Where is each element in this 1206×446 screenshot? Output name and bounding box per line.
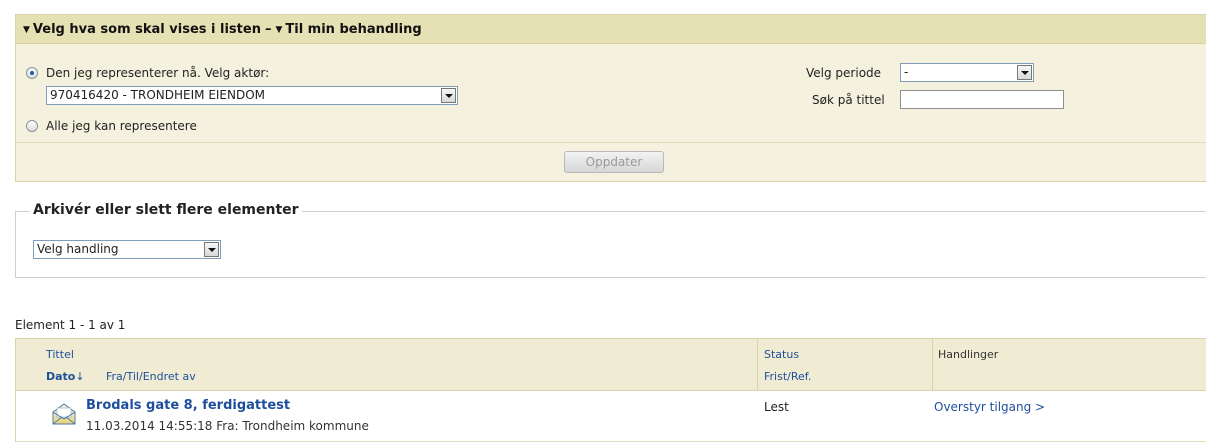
column-header-from[interactable]: Fra/Til/Endret av [106,370,196,383]
filter-panel: ▼ Velg hva som skal vises i listen – ▼ Til m… [15,14,1206,182]
radio-current-actor-label: Den jeg representerer nå. Velg aktør: [46,66,270,80]
open-envelope-icon[interactable] [52,403,76,425]
column-header-date-label: Dato [46,370,76,383]
column-header-actions: Handlinger [938,348,999,361]
dropdown-arrow-icon[interactable] [204,242,219,257]
collapse-triangle-icon[interactable]: ▼ [23,25,30,35]
update-button[interactable]: Oppdater [564,151,664,173]
period-label: Velg periode [806,66,882,80]
search-title-input[interactable] [900,90,1064,109]
radio-current-actor[interactable] [26,67,38,79]
column-separator [757,339,758,391]
sort-arrow-icon: ↓ [75,370,85,383]
period-select[interactable]: - [900,63,1034,82]
bulk-action-select[interactable]: Velg handling [33,240,221,259]
element-count: Element 1 - 1 av 1 [15,318,126,332]
filter-header-inbox-title[interactable]: Til min behandling [285,22,421,37]
column-header-title[interactable]: Tittel [46,348,74,361]
period-select-value: - [904,65,909,79]
message-list-table: Tittel Dato↓ Fra/Til/Endret av Status Fr… [15,338,1206,442]
table-header: Tittel Dato↓ Fra/Til/Endret av Status Fr… [16,339,1206,391]
column-header-status[interactable]: Status [764,348,799,361]
actor-select[interactable]: 970416420 - TRONDHEIM EIENDOM [46,86,458,105]
actor-select-value: 970416420 - TRONDHEIM EIENDOM [50,88,266,102]
collapse-triangle-icon[interactable]: ▼ [275,25,282,35]
bulk-action-select-value: Velg handling [37,242,119,256]
dropdown-arrow-icon[interactable] [1017,65,1032,80]
filter-header-title[interactable]: Velg hva som skal vises i listen [33,22,261,37]
bulk-action-fieldset: Arkivér eller slett flere elementer Velg… [15,202,1206,278]
dropdown-arrow-icon[interactable] [441,88,456,103]
message-title-link[interactable]: Brodals gate 8, ferdigattest [86,398,290,413]
radio-all-actors-label: Alle jeg kan representere [46,119,197,133]
column-header-deadline[interactable]: Frist/Ref. [764,370,811,383]
search-label: Søk på tittel [812,93,885,107]
column-separator [932,339,933,391]
header-separator: – [264,22,272,37]
filter-divider [16,142,1206,143]
override-access-link[interactable]: Overstyr tilgang > [934,400,1045,414]
status-text: Lest [764,400,789,414]
radio-all-actors[interactable] [26,120,38,132]
filter-header: ▼ Velg hva som skal vises i listen – ▼ Til m… [16,15,1206,44]
column-header-date[interactable]: Dato↓ [46,370,85,383]
message-meta: 11.03.2014 14:55:18 Fra: Trondheim kommu… [86,419,369,433]
bulk-action-title: Arkivér eller slett flere elementer [30,202,302,218]
